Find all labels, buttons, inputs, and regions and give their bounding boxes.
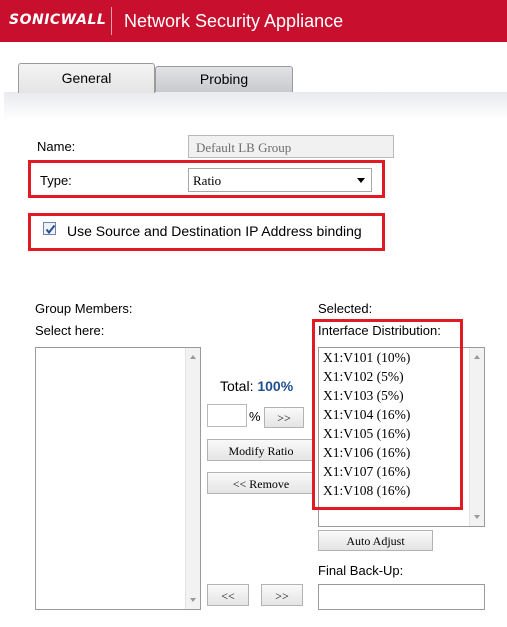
tab-strip	[4, 92, 507, 120]
group-members-label: Group Members:	[35, 301, 133, 316]
scroll-down-icon[interactable]	[474, 515, 480, 519]
final-backup-field[interactable]	[318, 584, 485, 610]
available-list-scrollbar[interactable]	[185, 348, 200, 609]
total-label-text: Total:	[220, 378, 254, 394]
modify-ratio-button[interactable]: Modify Ratio	[207, 439, 315, 461]
sonicwall-logo: SONICWALL	[9, 12, 107, 28]
final-backup-label: Final Back-Up:	[318, 563, 404, 578]
available-members-list[interactable]	[35, 347, 201, 610]
binding-checkbox[interactable]	[43, 222, 56, 235]
move-left-button[interactable]: <<	[207, 584, 249, 606]
scroll-up-icon[interactable]	[474, 355, 480, 359]
chevron-down-icon	[357, 178, 365, 183]
app-title: Network Security Appliance	[124, 11, 344, 31]
selected-label: Selected:	[318, 301, 373, 316]
select-here-label: Select here:	[35, 323, 105, 338]
binding-label: Use Source and Destination IP Address bi…	[67, 223, 362, 239]
add-ratio-button[interactable]: >>	[264, 407, 304, 428]
scroll-down-icon[interactable]	[190, 598, 196, 602]
total-label: Total: 100%	[220, 378, 293, 394]
total-value: 100%	[257, 378, 294, 394]
distribution-highlight-box	[312, 319, 463, 510]
ratio-percent-input[interactable]	[207, 404, 247, 427]
scroll-up-icon[interactable]	[190, 355, 196, 359]
type-select[interactable]: Ratio	[188, 168, 372, 192]
interface-distribution-label: Interface Distribution:	[318, 323, 441, 338]
percent-symbol: %	[249, 409, 261, 424]
checkmark-icon	[45, 224, 56, 235]
header-divider	[111, 7, 112, 35]
type-select-value: Ratio	[193, 173, 222, 188]
app-header: SONICWALL Network Security Appliance	[0, 0, 507, 42]
remove-button[interactable]: << Remove	[207, 472, 315, 494]
selected-list-scrollbar[interactable]	[469, 348, 484, 526]
move-right-button[interactable]: >>	[261, 584, 303, 606]
auto-adjust-button[interactable]: Auto Adjust	[318, 530, 433, 551]
type-label: Type:	[40, 173, 72, 188]
tab-general[interactable]: General	[18, 63, 155, 93]
name-label: Name:	[37, 139, 76, 154]
tab-probing[interactable]: Probing	[155, 66, 293, 92]
name-field[interactable]: Default LB Group	[188, 135, 394, 158]
